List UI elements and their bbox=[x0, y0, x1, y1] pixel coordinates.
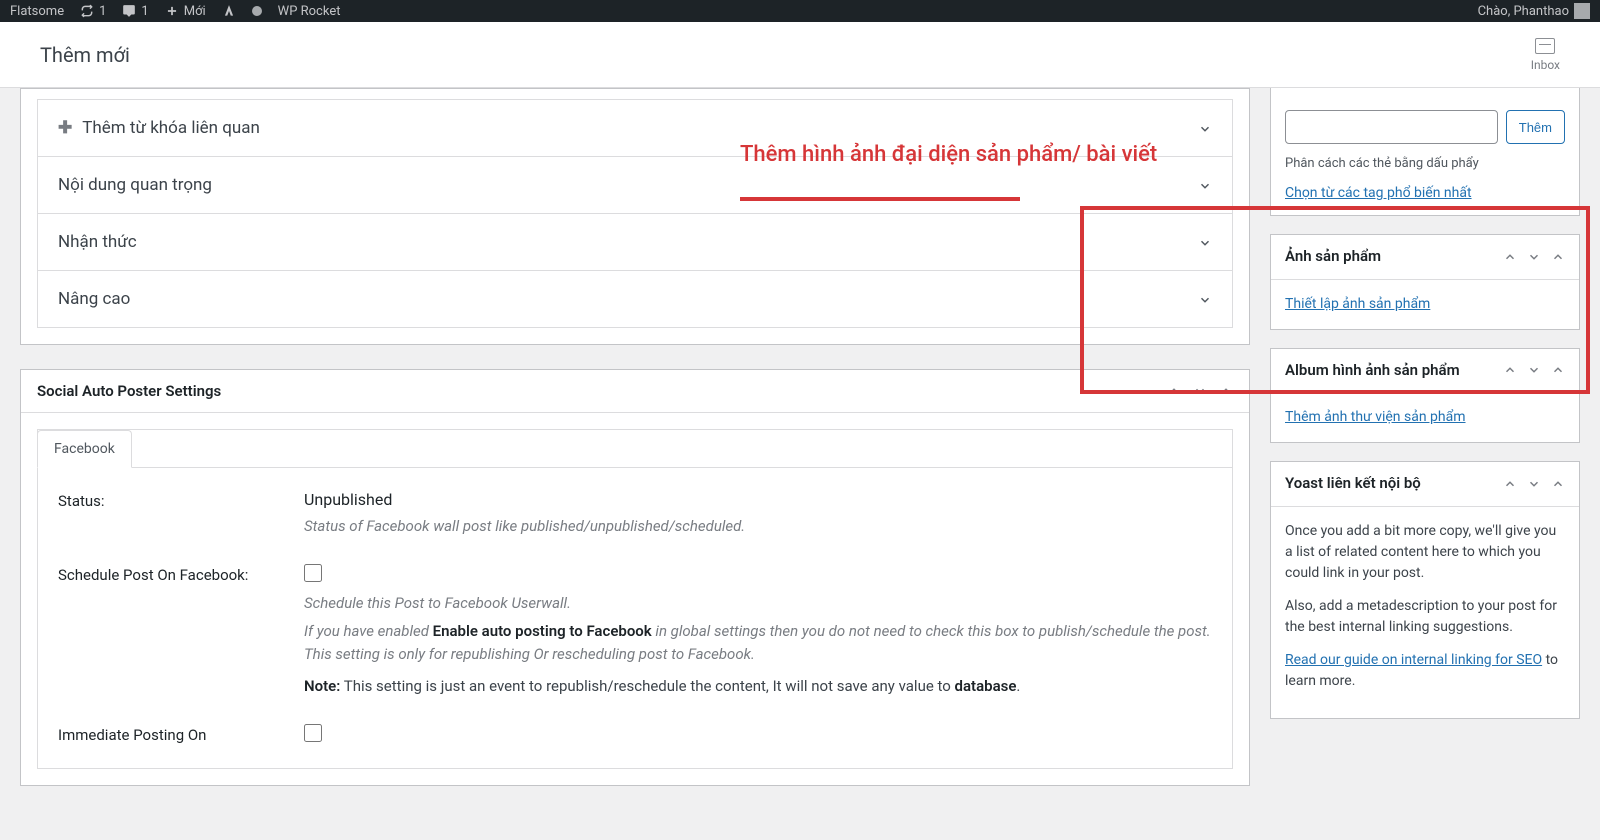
product-image-box: Ảnh sản phẩm Thiết lập ảnh sản phẩm bbox=[1270, 234, 1580, 330]
yoast-row-insights[interactable]: Nhận thức bbox=[37, 213, 1233, 271]
adminbar-new[interactable]: Mới bbox=[165, 4, 206, 19]
status-dot-icon bbox=[252, 6, 262, 16]
adminbar-updates[interactable]: 1 bbox=[80, 4, 106, 19]
adminbar-greeting[interactable]: Chào, Phanthao bbox=[1478, 3, 1590, 19]
add-tag-button[interactable]: Thêm bbox=[1506, 110, 1565, 144]
internal-link-guide-link[interactable]: Read our guide on internal linking for S… bbox=[1285, 652, 1542, 668]
product-gallery-box: Album hình ảnh sản phẩm Thêm ảnh thư việ… bbox=[1270, 348, 1580, 444]
row-label: Nâng cao bbox=[58, 289, 130, 309]
plus-icon: ✚ bbox=[58, 118, 72, 138]
move-down-button[interactable] bbox=[1193, 384, 1207, 398]
inbox-button[interactable]: Inbox bbox=[1531, 38, 1560, 72]
immediate-label: Immediate Posting On bbox=[58, 724, 304, 744]
avatar-icon bbox=[1574, 3, 1590, 19]
chevron-down-icon bbox=[1198, 178, 1212, 192]
move-down-button[interactable] bbox=[1527, 250, 1541, 264]
schedule-note: Note: This setting is just an event to r… bbox=[304, 675, 1212, 698]
immediate-checkbox[interactable] bbox=[304, 724, 322, 742]
status-label: Status: bbox=[58, 490, 304, 510]
product-image-title: Ảnh sản phẩm bbox=[1285, 247, 1381, 267]
product-tags-box: Thêm Phân cách các thẻ bằng dấu phẩy Chọ… bbox=[1270, 88, 1580, 216]
social-auto-poster-box: Social Auto Poster Settings Facebook Sta… bbox=[20, 369, 1250, 786]
schedule-help1: Schedule this Post to Facebook Userwall. bbox=[304, 592, 1212, 615]
inbox-icon bbox=[1535, 38, 1555, 54]
toggle-button[interactable] bbox=[1219, 384, 1233, 398]
greeting-text: Chào, Phanthao bbox=[1478, 4, 1569, 19]
annotation-underline bbox=[740, 197, 1020, 201]
toggle-button[interactable] bbox=[1551, 250, 1565, 264]
annotation-text: Thêm hình ảnh đại diện sản phẩm/ bài viế… bbox=[740, 138, 1157, 171]
adminbar-status[interactable] bbox=[252, 6, 262, 16]
refresh-icon bbox=[80, 4, 94, 18]
row-label: Nhận thức bbox=[58, 232, 137, 252]
comments-count: 1 bbox=[141, 4, 148, 19]
schedule-row: Schedule Post On Facebook: Schedule this… bbox=[58, 564, 1212, 698]
move-down-button[interactable] bbox=[1527, 477, 1541, 491]
move-up-button[interactable] bbox=[1167, 384, 1181, 398]
chevron-down-icon bbox=[1198, 292, 1212, 306]
tutorial-annotation: Thêm hình ảnh đại diện sản phẩm/ bài viế… bbox=[740, 138, 1157, 201]
internal-link-p2: Also, add a metadescription to your post… bbox=[1285, 596, 1565, 638]
tab-facebook[interactable]: Facebook bbox=[37, 430, 132, 468]
status-value: Unpublished bbox=[304, 490, 1212, 509]
move-up-button[interactable] bbox=[1503, 363, 1517, 377]
comment-icon bbox=[122, 4, 136, 18]
status-help: Status of Facebook wall post like publis… bbox=[304, 515, 1212, 538]
status-row: Status: Unpublished Status of Facebook w… bbox=[58, 490, 1212, 538]
chevron-down-icon bbox=[1198, 121, 1212, 135]
move-up-button[interactable] bbox=[1503, 250, 1517, 264]
toggle-button[interactable] bbox=[1551, 477, 1565, 491]
adminbar-comments[interactable]: 1 bbox=[122, 4, 148, 19]
internal-linking-title: Yoast liên kết nội bộ bbox=[1285, 474, 1421, 494]
internal-link-p1: Once you add a bit more copy, we'll give… bbox=[1285, 521, 1565, 584]
new-label: Mới bbox=[184, 4, 206, 19]
row-label: Nội dung quan trọng bbox=[58, 175, 212, 195]
move-down-button[interactable] bbox=[1527, 363, 1541, 377]
schedule-label: Schedule Post On Facebook: bbox=[58, 564, 304, 584]
page-header: Thêm mới Inbox bbox=[0, 22, 1600, 88]
schedule-help2: If you have enabled Enable auto posting … bbox=[304, 620, 1212, 665]
yoast-row-advanced[interactable]: Nâng cao bbox=[37, 270, 1233, 328]
choose-popular-tags-link[interactable]: Chọn từ các tag phổ biến nhất bbox=[1285, 185, 1472, 201]
inbox-label: Inbox bbox=[1531, 58, 1560, 72]
immediate-row: Immediate Posting On bbox=[58, 724, 1212, 746]
add-gallery-images-link[interactable]: Thêm ảnh thư viện sản phẩm bbox=[1285, 409, 1466, 425]
page-title: Thêm mới bbox=[40, 43, 130, 67]
plus-icon bbox=[165, 4, 179, 18]
sap-tabbar: Facebook bbox=[38, 430, 1232, 468]
tag-input[interactable] bbox=[1285, 110, 1498, 144]
yoast-icon bbox=[222, 4, 236, 18]
toggle-button[interactable] bbox=[1551, 363, 1565, 377]
admin-bar: Flatsome 1 1 Mới WP Rocket Chào, Phantha… bbox=[0, 0, 1600, 22]
yoast-analysis-box: ✚ Thêm từ khóa liên quan Nội dung quan tr… bbox=[20, 88, 1250, 345]
set-product-image-link[interactable]: Thiết lập ảnh sản phẩm bbox=[1285, 296, 1430, 312]
move-up-button[interactable] bbox=[1503, 477, 1517, 491]
metabox-title: Social Auto Poster Settings bbox=[37, 382, 221, 400]
product-gallery-title: Album hình ảnh sản phẩm bbox=[1285, 361, 1460, 381]
updates-count: 1 bbox=[99, 4, 106, 19]
internal-link-guide: Read our guide on internal linking for S… bbox=[1285, 650, 1565, 692]
adminbar-wprocket[interactable]: WP Rocket bbox=[278, 4, 341, 19]
schedule-checkbox[interactable] bbox=[304, 564, 322, 582]
yoast-internal-linking-box: Yoast liên kết nội bộ Once you add a bit… bbox=[1270, 461, 1580, 719]
chevron-down-icon bbox=[1198, 235, 1212, 249]
row-label: Thêm từ khóa liên quan bbox=[82, 118, 260, 138]
adminbar-flatsome[interactable]: Flatsome bbox=[10, 4, 64, 19]
tag-separator-hint: Phân cách các thẻ bằng dấu phẩy bbox=[1285, 156, 1565, 171]
adminbar-yoast[interactable] bbox=[222, 4, 236, 18]
